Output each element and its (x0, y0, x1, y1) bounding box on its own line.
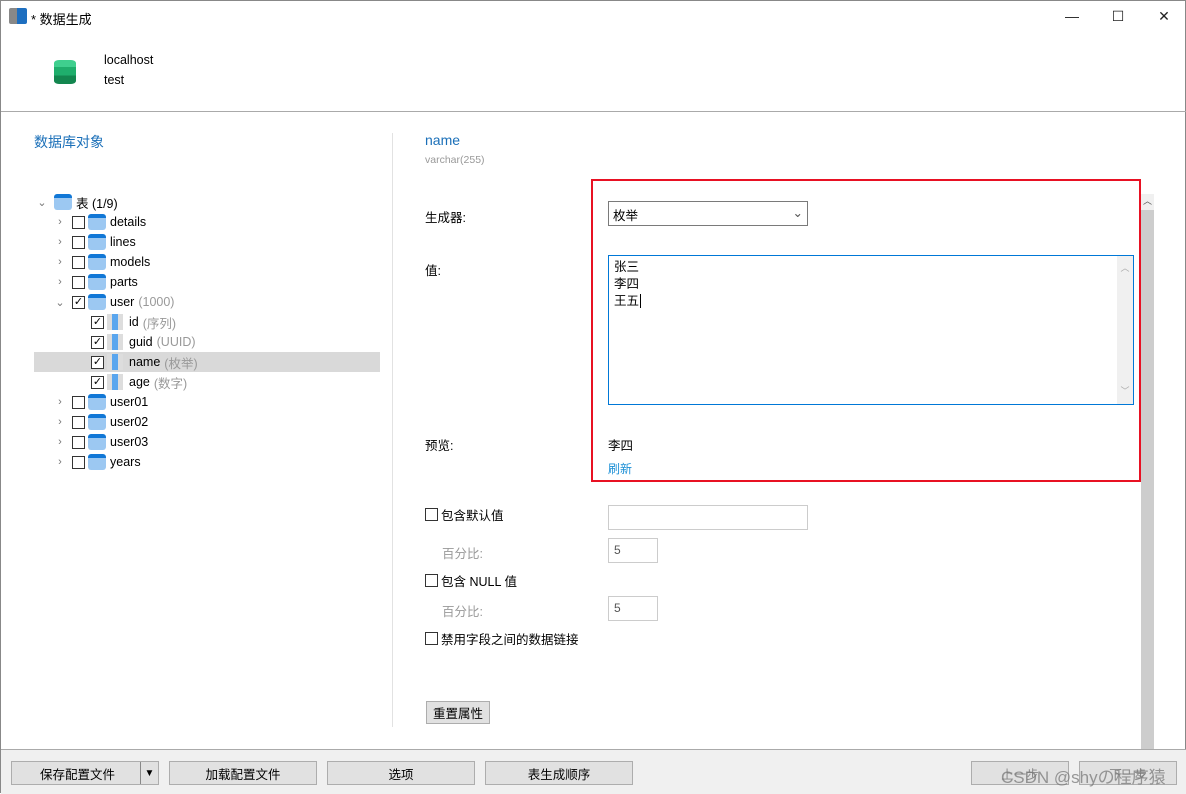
field-name: name (425, 132, 461, 148)
checkbox-icon[interactable] (425, 573, 438, 587)
table-icon (88, 214, 106, 230)
app-icon (9, 8, 27, 24)
checkbox-icon[interactable]: ✓ (91, 315, 104, 329)
checkbox-icon[interactable] (72, 435, 85, 449)
tree-table-lines[interactable]: › lines (54, 232, 136, 252)
column-icon (107, 334, 123, 350)
checkbox-icon[interactable] (72, 455, 85, 469)
close-button[interactable]: ✕ (1141, 1, 1186, 31)
column-icon (107, 354, 123, 370)
chevron-right-icon[interactable]: › (54, 396, 66, 408)
include-default-checkbox[interactable]: 包含默认值 (425, 504, 504, 524)
value-label: 值: (425, 264, 441, 278)
checkbox-icon[interactable] (72, 215, 85, 229)
chevron-right-icon[interactable]: › (54, 416, 66, 428)
generator-label: 生成器: (425, 211, 466, 225)
checkbox-icon[interactable]: ✓ (91, 355, 104, 369)
tree-table-details[interactable]: › details (54, 212, 146, 232)
connection-host: localhost (104, 53, 154, 67)
chevron-down-icon[interactable]: ⌄ (36, 196, 48, 209)
reset-button[interactable]: 重置属性 (426, 701, 490, 724)
load-profile-button[interactable]: 加载配置文件 (169, 761, 317, 785)
checkbox-icon[interactable] (72, 275, 85, 289)
null-percent-input[interactable]: 5 (608, 596, 658, 621)
save-profile-button[interactable]: 保存配置文件 ▼ (11, 761, 159, 785)
checkbox-icon[interactable] (72, 235, 85, 249)
panel-divider (392, 133, 393, 727)
tree-table-years[interactable]: › years (54, 452, 141, 472)
table-icon (88, 254, 106, 270)
table-icon (88, 294, 106, 310)
tree-column-guid[interactable]: ✓ guid (UUID) (91, 332, 196, 352)
checkbox-icon[interactable] (425, 507, 438, 521)
table-icon (88, 394, 106, 410)
chevron-right-icon[interactable]: › (54, 256, 66, 268)
field-type: varchar(255) (425, 154, 485, 166)
header-divider (1, 111, 1186, 112)
connection-database: test (104, 73, 125, 87)
disable-link-checkbox[interactable]: 禁用字段之间的数据链接 (425, 628, 579, 648)
tree-table-user02[interactable]: › user02 (54, 412, 148, 432)
checkbox-icon[interactable]: ✓ (72, 295, 85, 309)
checkbox-icon[interactable] (72, 395, 85, 409)
checkbox-icon[interactable] (72, 415, 85, 429)
chevron-right-icon[interactable]: › (54, 216, 66, 228)
table-order-button[interactable]: 表生成顺序 (485, 761, 633, 785)
preview-label: 预览: (425, 439, 454, 453)
window-title: * 数据生成 (31, 12, 92, 27)
tree-column-age[interactable]: ✓ age (数字) (91, 372, 187, 392)
tree-table-user01[interactable]: › user01 (54, 392, 148, 412)
include-null-checkbox[interactable]: 包含 NULL 值 (425, 570, 517, 590)
default-percent-label: 百分比: (442, 547, 483, 561)
options-button[interactable]: 选项 (327, 761, 475, 785)
table-icon (88, 414, 106, 430)
tree-root-tables[interactable]: ⌄ 表 (1/9) (36, 192, 118, 212)
highlight-box (591, 179, 1141, 482)
table-icon (88, 454, 106, 470)
chevron-right-icon[interactable]: › (54, 436, 66, 448)
checkbox-icon[interactable] (72, 255, 85, 269)
null-percent-label: 百分比: (442, 605, 483, 619)
tree-column-name[interactable]: ✓ name (枚举) (34, 352, 380, 372)
checkbox-icon[interactable] (425, 631, 438, 645)
column-icon (107, 314, 123, 330)
table-icon (54, 194, 72, 210)
tree-table-user03[interactable]: › user03 (54, 432, 148, 452)
tree-table-user[interactable]: ⌄ ✓ user (1000) (54, 292, 174, 312)
column-icon (107, 374, 123, 390)
tree-table-models[interactable]: › models (54, 252, 150, 272)
default-percent-input[interactable]: 5 (608, 538, 658, 563)
database-icon (54, 60, 76, 84)
checkbox-icon[interactable]: ✓ (91, 335, 104, 349)
table-icon (88, 234, 106, 250)
vertical-scrollbar[interactable]: ︿ (1141, 194, 1154, 750)
chevron-right-icon[interactable]: › (54, 456, 66, 468)
chevron-down-icon[interactable]: ⌄ (54, 296, 66, 309)
checkbox-icon[interactable]: ✓ (91, 375, 104, 389)
tree-table-parts[interactable]: › parts (54, 272, 138, 292)
watermark: CSDN @shyの程序猿 (1001, 768, 1166, 787)
table-icon (88, 434, 106, 450)
dropdown-arrow-icon[interactable]: ▼ (140, 762, 158, 784)
minimize-button[interactable]: — (1049, 1, 1095, 31)
chevron-right-icon[interactable]: › (54, 276, 66, 288)
tree-column-id[interactable]: ✓ id (序列) (91, 312, 176, 332)
chevron-right-icon[interactable]: › (54, 236, 66, 248)
section-title: 数据库对象 (34, 134, 104, 150)
maximize-button[interactable]: ☐ (1095, 1, 1141, 31)
default-value-input[interactable] (608, 505, 808, 530)
table-icon (88, 274, 106, 290)
